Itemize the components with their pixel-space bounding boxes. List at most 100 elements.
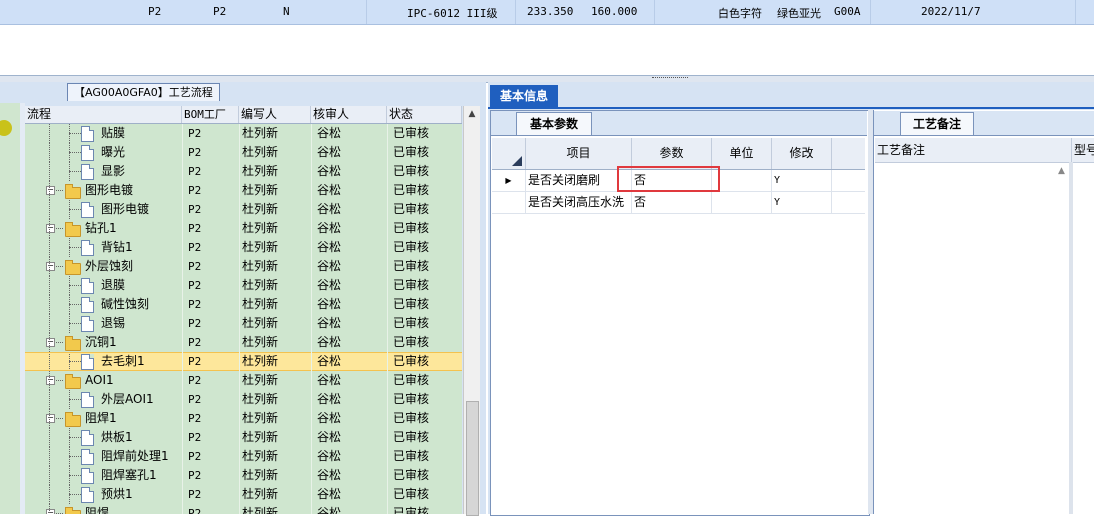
top-code: G00A xyxy=(834,5,861,18)
reviewer-name: 谷松 xyxy=(317,449,342,463)
writer-name: 杜列新 xyxy=(242,335,279,349)
col-header-param[interactable]: 参数 xyxy=(632,138,712,169)
reviewer-name: 谷松 xyxy=(317,468,342,482)
document-icon xyxy=(81,316,94,332)
tree-node-label: 去毛刺1 xyxy=(101,354,145,368)
params-row[interactable]: 是否关闭高压水洗 否 Y xyxy=(492,192,865,214)
folder-icon xyxy=(65,184,81,199)
tree-row[interactable]: 背钻1 P2 杜列新 谷松 已审核 xyxy=(25,238,462,257)
tab-basic-params[interactable]: 基本参数 xyxy=(516,112,592,135)
status-text: 已审核 xyxy=(393,145,430,159)
tree-row[interactable]: − 钻孔1 P2 杜列新 谷松 已审核 xyxy=(25,219,462,238)
tab-process-notes[interactable]: 工艺备注 xyxy=(900,112,974,135)
bom-factory: P2 xyxy=(188,184,202,197)
status-text: 已审核 xyxy=(393,354,430,368)
col-header-notes[interactable]: 工艺备注 xyxy=(875,138,1072,162)
status-text: 已审核 xyxy=(393,183,430,197)
tree-row[interactable]: 退锡 P2 杜列新 谷松 已审核 xyxy=(25,314,462,333)
tree-row[interactable]: 曝光 P2 杜列新 谷松 已审核 xyxy=(25,143,462,162)
col-header-item[interactable]: 项目 xyxy=(526,138,632,169)
folder-icon xyxy=(65,412,81,427)
tree-row[interactable]: − 阻焊 P2 杜列新 谷松 已审核 xyxy=(25,504,462,514)
tree-row[interactable]: 贴膜 P2 杜列新 谷松 已审核 xyxy=(25,124,462,143)
scroll-up-icon[interactable]: ▲ xyxy=(464,106,480,122)
collapse-toggle-icon[interactable]: − xyxy=(46,376,55,385)
param-value-input[interactable]: 否 xyxy=(632,192,712,213)
tree-grid-header: 流程 BOM工厂 编写人 核审人 状态 xyxy=(25,106,462,124)
folder-icon xyxy=(65,507,81,514)
tree-row[interactable]: 去毛刺1 P2 杜列新 谷松 已审核 xyxy=(25,352,462,371)
bom-factory: P2 xyxy=(188,317,202,330)
notes-scroll-up-icon[interactable]: ▲ xyxy=(1058,166,1065,176)
col-header-modify[interactable]: 修改 xyxy=(772,138,832,169)
tree-row[interactable]: 退膜 P2 杜列新 谷松 已审核 xyxy=(25,276,462,295)
param-modify[interactable]: Y xyxy=(772,170,832,191)
tree-row[interactable]: 烘板1 P2 杜列新 谷松 已审核 xyxy=(25,428,462,447)
tree-row[interactable]: 阻焊塞孔1 P2 杜列新 谷松 已审核 xyxy=(25,466,462,485)
collapse-toggle-icon[interactable]: − xyxy=(46,224,55,233)
tree-row[interactable]: − 图形电镀 P2 杜列新 谷松 已审核 xyxy=(25,181,462,200)
document-icon xyxy=(81,240,94,256)
tree-row[interactable]: 碱性蚀刻 P2 杜列新 谷松 已审核 xyxy=(25,295,462,314)
tree-vertical-scrollbar[interactable]: ▲ xyxy=(463,106,480,516)
tree-row[interactable]: − 沉铜1 P2 杜列新 谷松 已审核 xyxy=(25,333,462,352)
document-icon xyxy=(81,487,94,503)
writer-name: 杜列新 xyxy=(242,202,279,216)
bom-factory: P2 xyxy=(188,279,202,292)
tree-row[interactable]: 预烘1 P2 杜列新 谷松 已审核 xyxy=(25,485,462,504)
left-panel-edge xyxy=(480,82,486,514)
tree-row[interactable]: 图形电镀 P2 杜列新 谷松 已审核 xyxy=(25,200,462,219)
bom-factory: P2 xyxy=(188,374,202,387)
col-header-model[interactable]: 型号 xyxy=(1072,138,1094,162)
tree-row[interactable]: − 外层蚀刻 P2 杜列新 谷松 已审核 xyxy=(25,257,462,276)
row-selector[interactable] xyxy=(492,192,526,213)
collapse-toggle-icon[interactable]: − xyxy=(46,414,55,423)
bom-factory: P2 xyxy=(188,488,202,501)
tree-row[interactable]: 显影 P2 杜列新 谷松 已审核 xyxy=(25,162,462,181)
tree-node-label: 沉铜1 xyxy=(85,335,117,349)
col-header-status[interactable]: 状态 xyxy=(387,106,462,123)
writer-name: 杜列新 xyxy=(242,487,279,501)
process-flow-tab[interactable]: 【AG00A0GFA0】工艺流程 xyxy=(67,83,220,101)
col-header-flow[interactable]: 流程 xyxy=(25,106,182,123)
tree-node-label: 预烘1 xyxy=(101,487,133,501)
collapse-toggle-icon[interactable]: − xyxy=(46,338,55,347)
document-icon xyxy=(81,164,94,180)
tree-row[interactable]: 阻焊前处理1 P2 杜列新 谷松 已审核 xyxy=(25,447,462,466)
top-value2: 160.000 xyxy=(591,5,638,18)
collapse-toggle-icon[interactable]: − xyxy=(46,509,55,514)
tab-basic-info[interactable]: 基本信息 xyxy=(490,85,558,107)
tree-row[interactable]: − AOI1 P2 杜列新 谷松 已审核 xyxy=(25,371,462,390)
col-header-reviewer[interactable]: 核审人 xyxy=(311,106,387,123)
param-unit[interactable] xyxy=(712,170,772,191)
col-header-bom[interactable]: BOM工厂 xyxy=(182,106,239,123)
status-text: 已审核 xyxy=(393,221,430,235)
scroll-thumb[interactable] xyxy=(466,401,479,516)
row-header-corner[interactable] xyxy=(492,138,526,169)
tree-row[interactable]: − 阻焊1 P2 杜列新 谷松 已审核 xyxy=(25,409,462,428)
top-solder-color: 绿色亚光 xyxy=(777,7,821,20)
col-header-writer[interactable]: 编写人 xyxy=(239,106,311,123)
status-text: 已审核 xyxy=(393,468,430,482)
writer-name: 杜列新 xyxy=(242,240,279,254)
status-text: 已审核 xyxy=(393,392,430,406)
collapse-toggle-icon[interactable]: − xyxy=(46,262,55,271)
top-record-row[interactable]: P2 P2 N IPC-6012 III级 233.350 160.000 白色… xyxy=(0,0,1094,25)
param-modify[interactable]: Y xyxy=(772,192,832,213)
collapse-toggle-icon[interactable]: − xyxy=(46,186,55,195)
writer-name: 杜列新 xyxy=(242,183,279,197)
status-text: 已审核 xyxy=(393,430,430,444)
bom-factory: P2 xyxy=(188,203,202,216)
reviewer-name: 谷松 xyxy=(317,354,342,368)
status-text: 已审核 xyxy=(393,335,430,349)
tree-row[interactable]: 外层AOI1 P2 杜列新 谷松 已审核 xyxy=(25,390,462,409)
notes-column-divider xyxy=(1069,162,1073,514)
status-text: 已审核 xyxy=(393,240,430,254)
param-unit[interactable] xyxy=(712,192,772,213)
col-header-unit[interactable]: 单位 xyxy=(712,138,772,169)
writer-name: 杜列新 xyxy=(242,297,279,311)
top-value1: 233.350 xyxy=(527,5,574,18)
bom-factory: P2 xyxy=(188,260,202,273)
top-col2: P2 xyxy=(213,5,227,18)
top-date: 2022/11/7 xyxy=(921,5,981,18)
